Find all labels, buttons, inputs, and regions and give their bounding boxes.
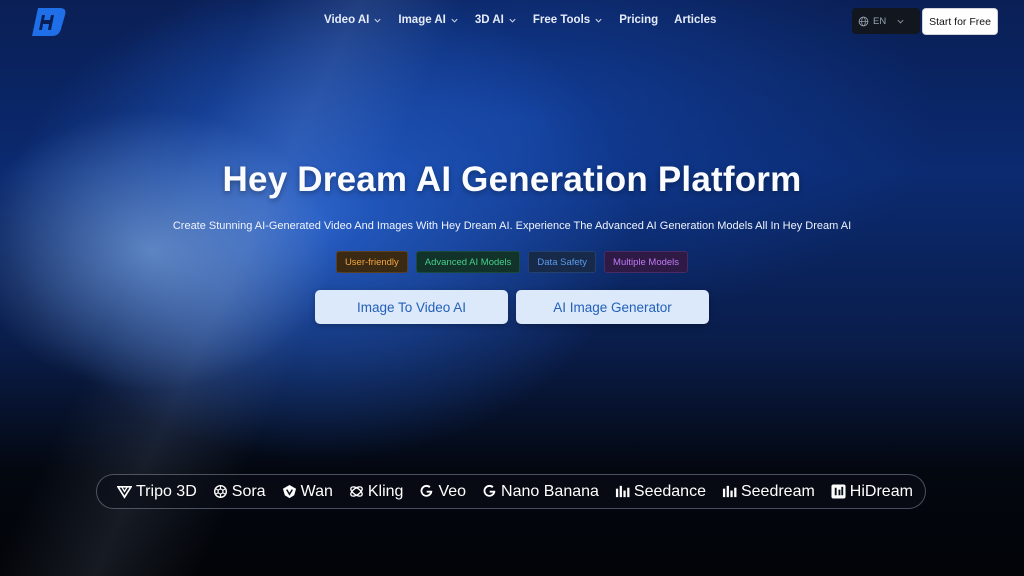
model-label: Seedream (740, 482, 815, 500)
start-for-free-button[interactable]: Start for Free (922, 8, 998, 35)
model-label: Tripo 3D (136, 482, 197, 500)
hidream-icon (831, 484, 846, 499)
menu-video-ai[interactable]: Video AI (324, 14, 382, 26)
top-navbar: Video AI Image AI 3D AI Free Tools Prici… (0, 0, 1024, 42)
model-label: Veo (438, 482, 467, 500)
model-label: Nano Banana (501, 482, 599, 500)
hero-cta-group: Image To Video AI AI Image Generator (0, 290, 1024, 324)
model-label: Sora (231, 482, 266, 500)
kling-icon (350, 486, 363, 497)
model-label: Wan (300, 482, 333, 500)
menu-pricing[interactable]: Pricing (619, 14, 658, 26)
tag-advanced-ai-models: Advanced AI Models (415, 251, 521, 273)
google-icon (420, 484, 433, 497)
model-seedance[interactable]: Seedance (615, 483, 706, 501)
chevron-down-icon (451, 18, 458, 23)
hero-subtitle: Create Stunning AI-Generated Video And I… (172, 220, 852, 232)
chevron-down-icon (374, 18, 381, 23)
tripo-icon (117, 485, 132, 499)
language-selector[interactable]: EN (852, 8, 920, 34)
menu-label: Pricing (619, 14, 659, 26)
image-to-video-button[interactable]: Image To Video AI (315, 290, 508, 324)
feature-tags: User-friendly Advanced AI Models Data Sa… (0, 251, 1024, 273)
tag-multiple-models: Multiple Models (604, 251, 689, 273)
model-label: Seedance (633, 482, 706, 500)
openai-icon (213, 484, 227, 499)
menu-label: 3D AI (474, 14, 504, 26)
model-label: HiDream (849, 482, 913, 500)
globe-icon (858, 16, 869, 26)
chevron-down-icon (897, 19, 904, 24)
main-menu: Video AI Image AI 3D AI Free Tools Prici… (324, 14, 716, 26)
model-hidream[interactable]: HiDream (831, 483, 913, 501)
menu-free-tools[interactable]: Free Tools (533, 14, 603, 26)
hey-dream-logo-icon[interactable] (30, 6, 68, 38)
menu-label: Articles (674, 14, 717, 26)
model-nano-banana[interactable]: Nano Banana (482, 483, 599, 501)
ai-image-generator-button[interactable]: AI Image Generator (516, 290, 709, 324)
menu-label: Video AI (324, 14, 370, 26)
model-sora[interactable]: Sora (213, 483, 266, 501)
model-strip: Tripo 3D Sora Wan Kling Veo Nano Banana … (96, 474, 926, 509)
chevron-down-icon (509, 18, 516, 23)
model-kling[interactable]: Kling (349, 482, 404, 501)
hero-title: Hey Dream AI Generation Platform (222, 160, 802, 199)
menu-articles[interactable]: Articles (674, 14, 716, 26)
model-tripo-3d[interactable]: Tripo 3D (117, 483, 197, 501)
tag-data-safety: Data Safety (528, 251, 597, 273)
model-veo[interactable]: Veo (419, 483, 466, 501)
model-seedream[interactable]: Seedream (722, 483, 815, 501)
menu-image-ai[interactable]: Image AI (398, 14, 459, 26)
menu-label: Image AI (398, 14, 446, 26)
chevron-down-icon (595, 18, 602, 23)
model-label: Kling (367, 482, 404, 500)
bytedance-icon (722, 485, 737, 498)
menu-label: Free Tools (532, 14, 591, 26)
google-icon (483, 484, 496, 497)
wan-icon (282, 484, 296, 499)
model-wan[interactable]: Wan (282, 483, 333, 501)
tag-user-friendly: User-friendly (335, 251, 408, 273)
menu-3d-ai[interactable]: 3D AI (475, 14, 517, 26)
bytedance-icon (615, 485, 630, 498)
language-label: EN (873, 15, 887, 27)
